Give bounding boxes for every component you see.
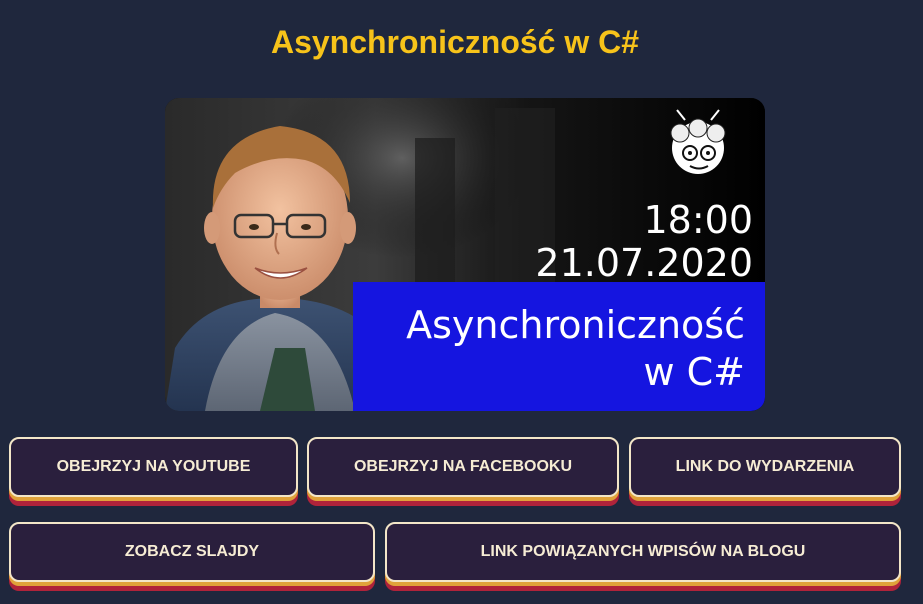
page-title: Asynchroniczność w C#	[270, 24, 640, 60]
banner-title-line1: Asynchroniczność	[406, 303, 745, 347]
view-slides-button[interactable]: ZOBACZ SLAJDY	[9, 522, 375, 582]
banner-date: 21.07.2020	[535, 241, 753, 285]
event-link-button[interactable]: LINK DO WYDARZENIA	[629, 437, 901, 497]
watch-facebook-button[interactable]: OBEJRZYJ NA FACEBOOKU	[307, 437, 619, 497]
banner-title-line2: w C#	[643, 350, 745, 394]
related-blog-posts-button[interactable]: LINK POWIĄZANYCH WPISÓW NA BLOGU	[385, 522, 901, 582]
event-banner-image: 18:00 21.07.2020 Asynchroniczność w C#	[165, 98, 765, 411]
banner-time: 18:00	[643, 198, 753, 242]
watch-youtube-button[interactable]: OBEJRZYJ NA YOUTUBE	[9, 437, 298, 497]
